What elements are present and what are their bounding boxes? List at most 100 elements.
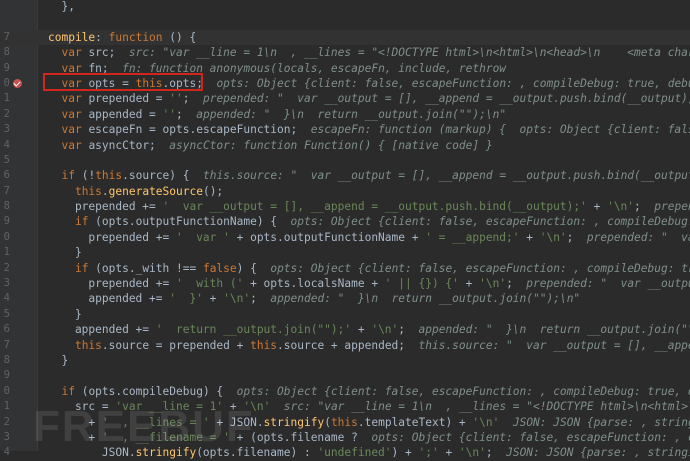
code-token: (opts.compileDebug) { — [75, 385, 237, 398]
inline-debug-value: src: "var __line = 1\n , __lines = "<!DO… — [129, 46, 690, 59]
line-number[interactable]: 7 — [0, 184, 10, 199]
inline-debug-value: src: "var __line = 1\n , __lines = "<!DO… — [284, 400, 690, 413]
code-token: fn; — [82, 62, 122, 75]
code-text: + ' , __lines = ' + JSON.stringify(this.… — [48, 415, 690, 430]
inline-debug-value: opts: Object {client: false, escapeFunct… — [291, 215, 690, 228]
code-line[interactable]: 8 } — [0, 353, 690, 368]
line-number[interactable]: 4 — [0, 445, 10, 460]
code-token: (opts._with !== — [88, 262, 203, 275]
code-token — [48, 185, 75, 198]
keyword-token: var — [61, 77, 81, 90]
code-line[interactable]: 3 var escapeFn = opts.escapeFunction; es… — [0, 122, 690, 137]
string-token: '\n' — [243, 400, 270, 413]
code-line[interactable]: 1 var prepended = ''; prepended: " var _… — [0, 91, 690, 106]
code-text: if (opts.outputFunctionName) { opts: Obj… — [48, 214, 690, 229]
line-number[interactable]: 0 — [0, 76, 10, 91]
line-number[interactable]: 9 — [0, 214, 10, 229]
code-token: } — [48, 246, 82, 259]
keyword-token: var — [61, 123, 81, 136]
keyword-token: var — [61, 108, 81, 121]
inline-debug-value: appended: " }\n return __output.join("")… — [419, 323, 690, 336]
code-line[interactable]: 4 var asyncCtor; asyncCtor: function Fun… — [0, 138, 690, 153]
code-token: prepended += — [48, 277, 176, 290]
line-number[interactable]: 3 — [0, 276, 10, 291]
line-number[interactable]: 4 — [0, 138, 10, 153]
string-token: '\n' — [540, 231, 567, 244]
line-number[interactable]: 0 — [0, 230, 10, 245]
code-line[interactable]: 0 var opts = this.opts; opts: Object {cl… — [0, 76, 690, 91]
line-number[interactable]: 6 — [0, 168, 10, 183]
line-number[interactable]: 5 — [0, 307, 10, 322]
code-token: .source = prepended + — [102, 339, 250, 352]
code-token: () { — [163, 31, 197, 44]
code-line[interactable]: 9 var fn; fn: function anonymous(locals,… — [0, 61, 690, 76]
code-text: compile: function () { — [48, 30, 196, 45]
code-editor[interactable]: },7compile: function () {8 var src; src:… — [0, 0, 690, 451]
code-line[interactable]: 8 prepended += ' var __output = [], __ap… — [0, 199, 690, 214]
code-text: var src; src: "var __line = 1\n , __line… — [48, 45, 690, 60]
line-number[interactable]: 1 — [0, 91, 10, 106]
line-number[interactable]: 9 — [0, 368, 10, 383]
code-token: ; — [183, 92, 203, 105]
code-line[interactable]: }, — [0, 0, 690, 14]
code-text: src = 'var __line = 1' + '\n' src: "var … — [48, 399, 690, 414]
line-number[interactable]: 8 — [0, 353, 10, 368]
code-line[interactable]: 5 } — [0, 307, 690, 322]
code-line[interactable]: 9 — [0, 368, 690, 383]
string-token: ' }' — [169, 292, 203, 305]
code-line[interactable]: 1 src = 'var __line = 1' + '\n' src: "va… — [0, 399, 690, 414]
line-number[interactable]: 5 — [0, 153, 10, 168]
breakpoint-icon[interactable] — [13, 79, 22, 88]
code-line[interactable]: 5 — [0, 153, 690, 168]
line-number[interactable]: 1 — [0, 245, 10, 260]
line-number[interactable]: 2 — [0, 107, 10, 122]
code-line[interactable]: 7 this.generateSource(); — [0, 184, 690, 199]
code-token — [48, 385, 61, 398]
line-number[interactable]: 2 — [0, 415, 10, 430]
keyword-token: this — [250, 339, 277, 352]
keyword-token: this — [331, 416, 358, 429]
code-line[interactable]: 3 + ' , __filename = ' + (opts.filename … — [0, 430, 690, 445]
code-text: var asyncCtor; asyncCtor: function Funct… — [48, 138, 493, 153]
code-token: .source) { — [122, 169, 203, 182]
code-token — [48, 339, 75, 352]
code-line[interactable] — [0, 14, 690, 29]
code-line[interactable]: 7 compile: function () { — [0, 30, 690, 45]
code-line[interactable]: 2 + ' , __lines = ' + JSON.stringify(thi… — [0, 415, 690, 430]
code-line[interactable]: 8 var src; src: "var __line = 1\n , __li… — [0, 45, 690, 60]
line-number[interactable]: 8 — [0, 45, 10, 60]
code-line[interactable]: 2 var appended = ''; appended: " }\n ret… — [0, 107, 690, 122]
code-line[interactable]: 4 JSON.stringify(opts.filename) : 'undef… — [0, 445, 690, 460]
line-number[interactable]: 2 — [0, 261, 10, 276]
code-line[interactable]: 0 if (opts.compileDebug) { opts: Object … — [0, 384, 690, 399]
line-number[interactable]: 6 — [0, 322, 10, 337]
code-line[interactable]: 6 appended += ' return __output.join("")… — [0, 322, 690, 337]
code-line[interactable]: 7 this.source = prepended + this.source … — [0, 338, 690, 353]
code-token: appended += — [48, 323, 156, 336]
code-line[interactable]: 6 if (!this.source) { this.source: " var… — [0, 168, 690, 183]
code-token — [270, 400, 283, 413]
line-number[interactable]: 9 — [0, 61, 10, 76]
line-number[interactable]: 0 — [0, 384, 10, 399]
line-number[interactable]: 4 — [0, 291, 10, 306]
code-line[interactable]: 1 } — [0, 245, 690, 260]
code-line[interactable]: 0 prepended += ' var ' + opts.outputFunc… — [0, 230, 690, 245]
code-token: .templateText) + — [358, 416, 473, 429]
code-token: ; — [250, 292, 270, 305]
code-token: prepended += — [48, 200, 163, 213]
inline-debug-value: asyncCtor: function Function() { [native… — [169, 139, 492, 152]
string-token: ' var __output = [], __append = __output… — [163, 200, 587, 213]
line-number[interactable]: 1 — [0, 399, 10, 414]
line-number[interactable]: 3 — [0, 430, 10, 445]
code-line[interactable]: 4 appended += ' }' + '\n'; appended: " }… — [0, 291, 690, 306]
inline-debug-value: JSON: JSON {parse: , stringify: , Symbol — [506, 446, 690, 459]
code-line[interactable]: 3 prepended += ' with (' + opts.localsNa… — [0, 276, 690, 291]
code-token: src = — [48, 400, 115, 413]
line-number[interactable]: 8 — [0, 199, 10, 214]
code-token — [48, 139, 61, 152]
code-line[interactable]: 9 if (opts.outputFunctionName) { opts: O… — [0, 214, 690, 229]
line-number[interactable]: 3 — [0, 122, 10, 137]
line-number[interactable]: 7 — [0, 30, 10, 45]
line-number[interactable]: 7 — [0, 338, 10, 353]
code-line[interactable]: 2 if (opts._with !== false) { opts: Obje… — [0, 261, 690, 276]
